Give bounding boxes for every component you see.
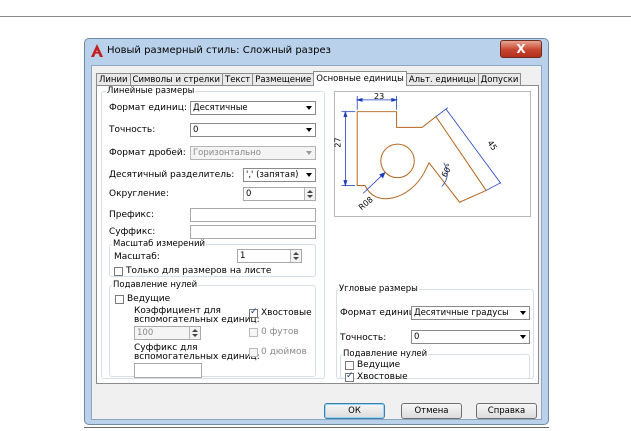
preview-dim-top: 23 <box>374 92 385 101</box>
chevron-down-icon <box>520 311 526 315</box>
zero-inches-label: 0 дюймов <box>261 347 307 357</box>
zero-inches-checkbox <box>249 348 258 357</box>
sub-units-factor-value: 100 <box>137 328 154 338</box>
linear-dimensions-legend: Линейные размеры <box>106 86 196 96</box>
angular-precision-label: Точность: <box>340 333 387 343</box>
leading-zeros-checkbox[interactable] <box>115 295 124 304</box>
cancel-button[interactable]: Отмена <box>401 403 462 419</box>
decimal-separator-value: ',' (запятая) <box>246 170 299 180</box>
chevron-down-icon <box>306 173 312 177</box>
decimal-separator-label: Десятичный разделитель: <box>109 170 235 180</box>
primary-units-panel: Линейные размеры Формат единиц: Десятичн… <box>96 85 539 384</box>
trailing-zeros-checkbox[interactable] <box>249 307 258 318</box>
fraction-format-value: Горизонтально <box>193 148 261 158</box>
preview-dim-left: 27 <box>333 137 343 148</box>
angular-unit-format-label: Формат единиц: <box>340 308 418 318</box>
unit-format-value: Десятичные <box>193 103 248 113</box>
sub-units-factor-spinner: 100 <box>134 326 201 340</box>
decimal-separator-select[interactable]: ',' (запятая) <box>243 168 316 182</box>
chevron-down-icon <box>520 335 526 339</box>
angular-trailing-zeros-label: Хвостовые <box>357 372 408 382</box>
top-divider <box>0 16 631 17</box>
window-title: Новый размерный стиль: Сложный разрез <box>107 45 331 56</box>
tab-strip: Линии Символы и стрелки Текст Размещение… <box>96 71 522 86</box>
prefix-label: Префикс: <box>109 210 154 220</box>
tab-primary-units[interactable]: Основные единицы <box>313 71 407 86</box>
angular-unit-format-select[interactable]: Десятичные градусы <box>411 306 530 320</box>
leading-zeros-label: Ведущие <box>127 294 171 304</box>
precision-select[interactable]: 0 <box>190 123 316 137</box>
fraction-format-select: Горизонтально <box>190 146 316 160</box>
angular-precision-value: 0 <box>414 332 420 342</box>
angular-unit-format-value: Десятичные градусы <box>414 308 509 318</box>
measurement-scale-legend: Масштаб измерений <box>112 239 207 249</box>
angular-trailing-zeros-checkbox[interactable] <box>345 371 354 382</box>
autocad-app-icon <box>91 44 103 57</box>
roundoff-spinner[interactable]: 0 <box>243 187 316 201</box>
unit-format-select[interactable]: Десятичные <box>190 101 316 115</box>
ok-button[interactable]: ОК <box>324 403 385 419</box>
layout-only-label: Только для размеров на листе <box>126 266 272 276</box>
chevron-down-icon <box>306 128 312 132</box>
scale-factor-value: 1 <box>240 251 246 261</box>
prefix-input[interactable] <box>190 208 316 222</box>
spinner-arrows-icon[interactable] <box>304 188 315 200</box>
unit-format-label: Формат единиц: <box>109 103 187 113</box>
zero-suppression-legend: Подавление нулей <box>112 280 199 290</box>
sub-units-suffix-input[interactable] <box>134 363 202 378</box>
angular-zero-suppression-legend: Подавление нулей <box>342 349 429 359</box>
fraction-format-label: Формат дробей: <box>109 148 186 158</box>
sub-units-suffix-label-2: вспомогательных единиц: <box>134 352 260 362</box>
trailing-zeros-label: Хвостовые <box>261 308 312 318</box>
precision-value: 0 <box>193 125 199 135</box>
scale-factor-spinner[interactable]: 1 <box>237 249 302 263</box>
chevron-down-icon <box>306 106 312 110</box>
spinner-arrows-icon[interactable] <box>290 250 301 262</box>
angular-dimensions-legend: Угловые размеры <box>338 284 419 294</box>
chevron-down-icon <box>306 151 312 155</box>
spinner-arrows-icon <box>189 327 200 339</box>
zero-feet-checkbox <box>249 328 258 337</box>
precision-label: Точность: <box>109 125 156 135</box>
roundoff-value: 0 <box>246 189 252 199</box>
angular-leading-zeros-checkbox[interactable] <box>345 361 354 370</box>
dialog-client-area: Линии Символы и стрелки Текст Размещение… <box>91 65 542 420</box>
title-bar[interactable]: Новый размерный стиль: Сложный разрез X <box>85 39 548 63</box>
angular-precision-select[interactable]: 0 <box>411 330 530 344</box>
scale-factor-label: Масштаб: <box>114 252 160 262</box>
sub-units-factor-label-2: вспомогательных единиц: <box>134 315 260 325</box>
roundoff-label: Округление: <box>109 189 169 199</box>
dialog-window: Новый размерный стиль: Сложный разрез X … <box>84 38 549 425</box>
close-button[interactable]: X <box>500 40 542 58</box>
layout-only-checkbox[interactable] <box>114 267 123 276</box>
help-button[interactable]: Справка <box>476 403 537 419</box>
zero-feet-label: 0 футов <box>261 327 299 337</box>
bottom-divider <box>84 427 549 428</box>
suffix-label: Суффикс: <box>109 227 156 237</box>
angular-leading-zeros-label: Ведущие <box>357 360 401 370</box>
suffix-input[interactable] <box>190 225 316 239</box>
